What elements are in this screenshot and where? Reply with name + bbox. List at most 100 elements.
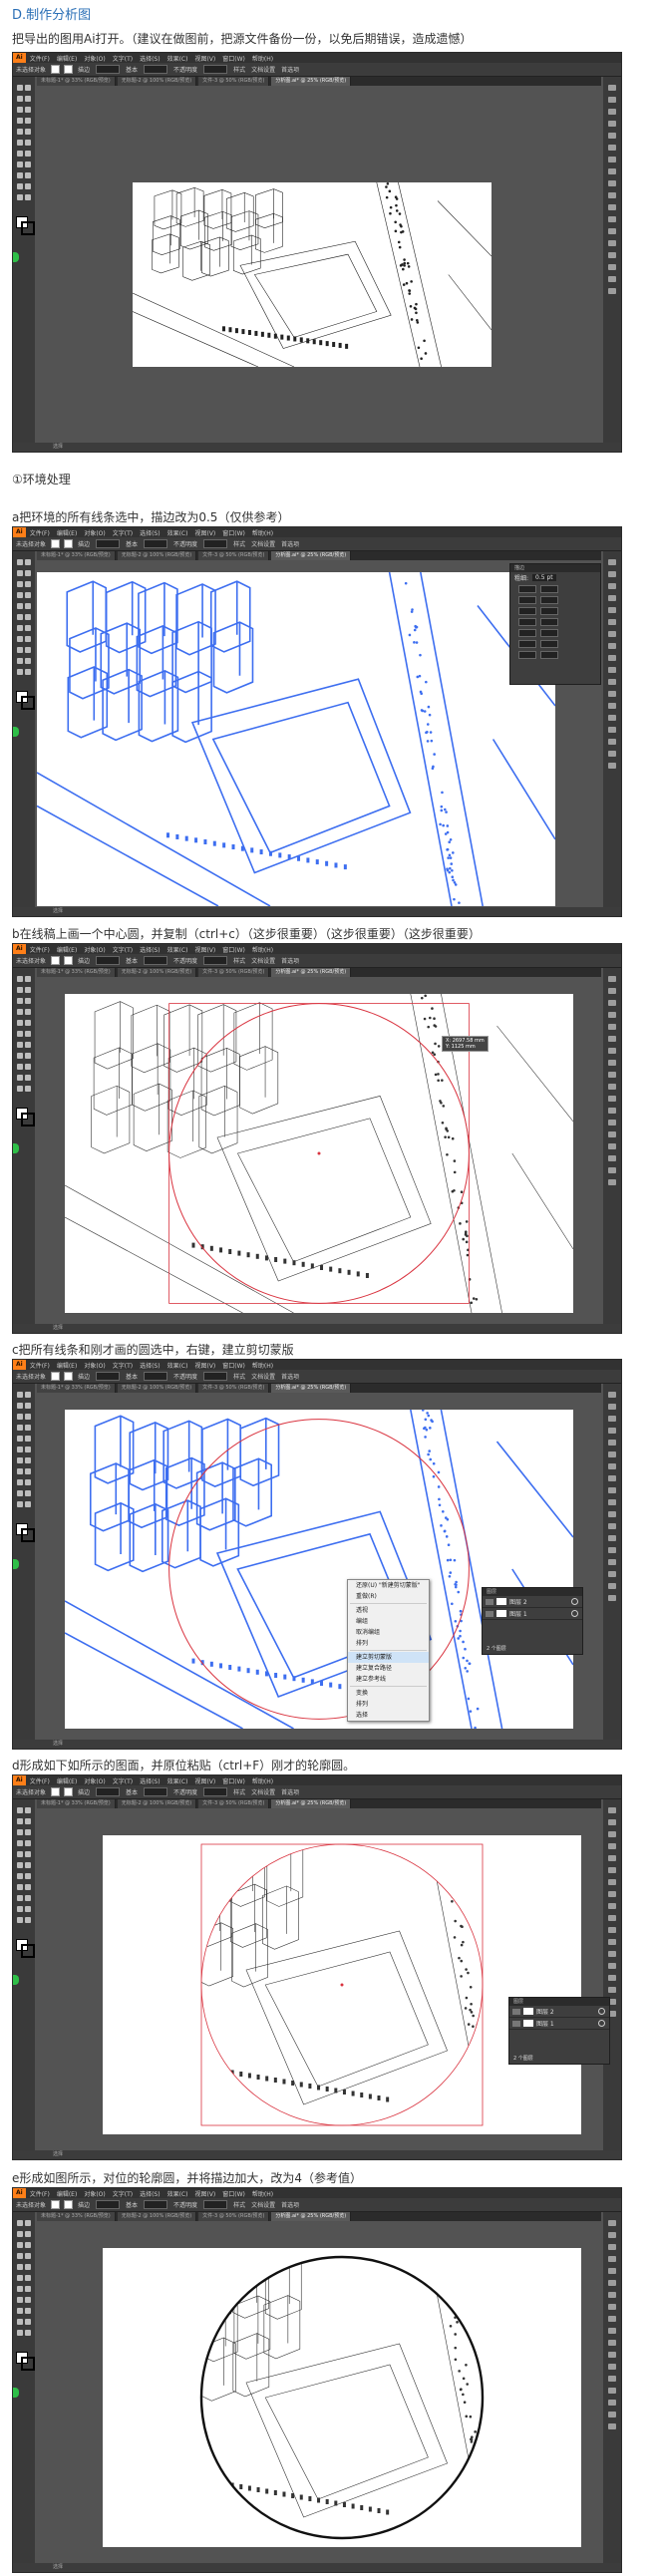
panel-icon[interactable]: [608, 168, 616, 174]
panel-icon[interactable]: [608, 192, 616, 198]
tool-icon[interactable]: [25, 129, 31, 135]
document-tab[interactable]: 无标题-2 @ 100% (RGB/预览): [117, 2212, 197, 2221]
artboard[interactable]: [103, 2248, 581, 2547]
tool-icon[interactable]: [25, 1425, 31, 1431]
tool-icon[interactable]: [25, 172, 31, 178]
menu-item[interactable]: 视图(V): [194, 1776, 215, 1785]
stroke-box[interactable]: [21, 221, 35, 235]
stroke-weight-field[interactable]: [96, 1787, 121, 1796]
tool-icon[interactable]: [25, 151, 31, 157]
context-menu-item[interactable]: 取消编组: [348, 1627, 429, 1638]
panel-icon[interactable]: [608, 1867, 616, 1873]
document-setup-button[interactable]: 文档设置: [251, 539, 275, 548]
tool-icon[interactable]: [17, 118, 23, 124]
panel-icon[interactable]: [608, 1024, 616, 1030]
menu-item[interactable]: 对象(O): [84, 2189, 105, 2198]
document-tab[interactable]: 未标题-1* @ 33% (RGB/预览): [37, 77, 116, 86]
fill-swatch[interactable]: [51, 2200, 61, 2209]
tool-icon[interactable]: [17, 669, 23, 675]
document-tab[interactable]: 无标题-2 @ 100% (RGB/预览): [117, 77, 197, 86]
tool-icon[interactable]: [17, 194, 23, 200]
tool-icon[interactable]: [25, 1053, 31, 1059]
panel-icon[interactable]: [608, 1547, 616, 1553]
tool-icon[interactable]: [17, 603, 23, 609]
panel-icon[interactable]: [608, 1819, 616, 1825]
context-menu-item[interactable]: 建立参考线: [348, 1674, 429, 1685]
tool-icon[interactable]: [17, 172, 23, 178]
stroke-option-field[interactable]: [518, 628, 536, 637]
document-tab[interactable]: 文件-3 @ 50% (RGB/预览): [198, 1384, 270, 1393]
tool-icon[interactable]: [17, 2319, 23, 2325]
brush-select[interactable]: [144, 1787, 168, 1796]
menu-item[interactable]: 窗口(W): [222, 2189, 245, 2198]
tool-icon[interactable]: [17, 1490, 23, 1496]
panel-icon[interactable]: [608, 1096, 616, 1102]
document-tab[interactable]: 未标题-1* @ 33% (RGB/预览): [37, 2212, 116, 2221]
tool-icon[interactable]: [25, 987, 31, 993]
tool-icon[interactable]: [17, 987, 23, 993]
panel-icon[interactable]: [608, 1511, 616, 1517]
tool-icon[interactable]: [25, 1501, 31, 1507]
panel-icon[interactable]: [608, 109, 616, 115]
tool-icon[interactable]: [25, 1436, 31, 1442]
tool-icon[interactable]: [17, 1851, 23, 1857]
panel-icon[interactable]: [608, 2364, 616, 2370]
tool-icon[interactable]: [25, 1884, 31, 1890]
panel-icon[interactable]: [608, 228, 616, 234]
opacity-field[interactable]: [203, 956, 228, 965]
panel-icon[interactable]: [608, 739, 616, 745]
document-tab[interactable]: 分析图.ai* @ 25% (RGB/预览): [271, 2212, 352, 2221]
panel-icon[interactable]: [608, 1583, 616, 1589]
panel-icon[interactable]: [608, 180, 616, 186]
panel-icon[interactable]: [608, 1451, 616, 1457]
screen-mode-icon[interactable]: [13, 1975, 19, 1985]
context-menu-item[interactable]: 还原(U) "新建剪切蒙版": [348, 1580, 429, 1591]
tool-icon[interactable]: [17, 1425, 23, 1431]
panel-icon[interactable]: [608, 1975, 616, 1981]
fill-stroke-icon[interactable]: [16, 216, 35, 235]
menu-item[interactable]: 选择(S): [140, 528, 161, 537]
screen-mode-icon[interactable]: [13, 2388, 19, 2398]
tool-icon[interactable]: [25, 1840, 31, 1846]
panel-icon[interactable]: [608, 2340, 616, 2346]
artboard[interactable]: [37, 572, 555, 906]
context-menu-item[interactable]: 重做(R): [348, 1591, 429, 1602]
tool-icon[interactable]: [25, 2220, 31, 2226]
document-tab[interactable]: 无标题-2 @ 100% (RGB/预览): [117, 1384, 197, 1393]
tool-icon[interactable]: [25, 603, 31, 609]
brush-select[interactable]: [144, 539, 168, 548]
menu-item[interactable]: 选择(S): [140, 2189, 161, 2198]
tool-icon[interactable]: [17, 1479, 23, 1485]
layer-row[interactable]: 图层 1: [509, 2018, 609, 2030]
menu-item[interactable]: 效果(C): [167, 528, 188, 537]
panel-icon[interactable]: [608, 631, 616, 637]
opacity-field[interactable]: [203, 539, 228, 548]
stroke-option-field[interactable]: [540, 617, 558, 626]
tool-icon[interactable]: [17, 1917, 23, 1923]
panel-icon[interactable]: [608, 216, 616, 222]
menu-item[interactable]: 窗口(W): [222, 54, 245, 63]
layer-row[interactable]: 图层 2: [483, 1596, 582, 1608]
stroke-box[interactable]: [21, 1113, 35, 1127]
tool-icon[interactable]: [17, 658, 23, 664]
stroke-option-field[interactable]: [540, 595, 558, 604]
panel-icon[interactable]: [608, 571, 616, 577]
document-tab[interactable]: 分析图.ai* @ 25% (RGB/预览): [271, 1384, 352, 1393]
stroke-option-field[interactable]: [540, 584, 558, 593]
target-icon[interactable]: [598, 2020, 605, 2027]
menu-item[interactable]: 窗口(W): [222, 1361, 245, 1370]
tool-icon[interactable]: [17, 1818, 23, 1824]
tool-icon[interactable]: [17, 1840, 23, 1846]
tool-icon[interactable]: [17, 2264, 23, 2270]
fill-stroke-icon[interactable]: [16, 1523, 35, 1542]
tool-icon[interactable]: [17, 1895, 23, 1901]
menu-item[interactable]: 文件(F): [30, 1776, 50, 1785]
artboard[interactable]: [65, 994, 573, 1313]
screen-mode-icon[interactable]: [13, 1143, 19, 1153]
panel-icon[interactable]: [608, 559, 616, 565]
tool-icon[interactable]: [17, 1075, 23, 1081]
menu-item[interactable]: 文件(F): [30, 528, 50, 537]
tool-icon[interactable]: [25, 1414, 31, 1420]
menu-item[interactable]: 选择(S): [140, 945, 161, 954]
tool-icon[interactable]: [17, 2297, 23, 2303]
